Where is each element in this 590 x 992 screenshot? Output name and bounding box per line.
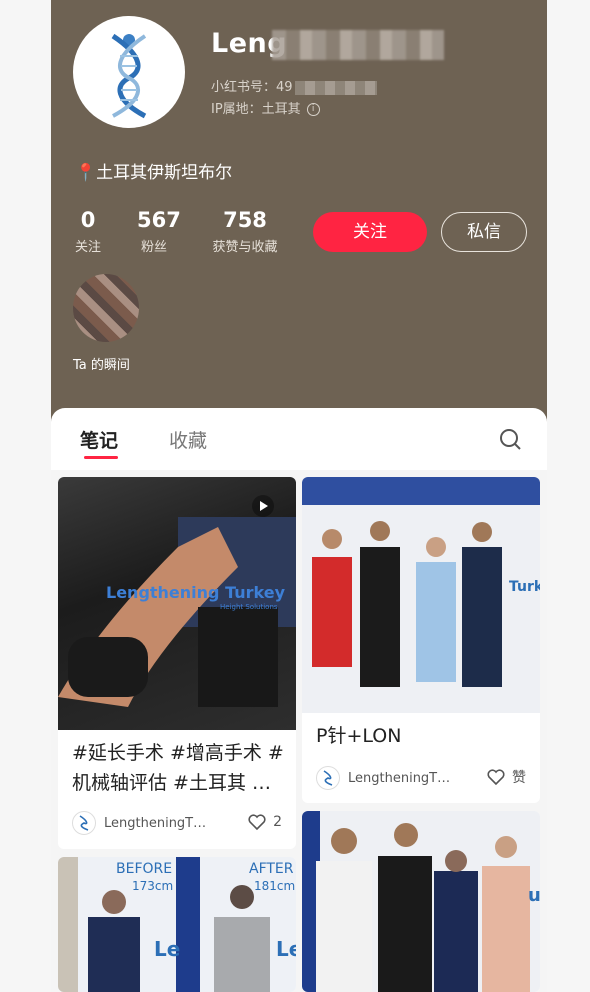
note-author[interactable]: LengtheningT… (72, 811, 206, 835)
like-count: 2 (273, 814, 282, 830)
cover-brand-right: Le (276, 937, 296, 961)
author-avatar (316, 766, 340, 790)
profile-page: Leng 小红书号：49 IP属地：土耳其 i 📍土耳其伊斯坦布尔 0 关注 56… (51, 0, 547, 992)
stat-followers[interactable]: 567 粉丝 (137, 208, 181, 255)
info-icon[interactable]: i (306, 103, 320, 116)
like-label: 赞 (512, 770, 526, 786)
stat-following-label: 关注 (75, 240, 102, 255)
note-card[interactable]: u (302, 811, 540, 992)
cover-subbrand: Height Solutions (220, 603, 278, 611)
stat-following[interactable]: 0 关注 (75, 208, 101, 255)
stat-likes-num: 758 (223, 208, 267, 232)
moment-avatar[interactable] (73, 274, 139, 342)
cover-brand: u (528, 885, 540, 906)
cover-brand: Lengthening Turkey (106, 583, 285, 602)
note-author[interactable]: LengtheningT… (316, 766, 450, 790)
video-play-icon (252, 495, 274, 517)
before-height: 173cm (132, 879, 174, 893)
cover-brand: Turkey (509, 579, 540, 595)
ip-label: IP属地：土耳其 (211, 102, 301, 117)
search-icon[interactable] (499, 428, 521, 450)
note-title-line1: #延长手术 #增高手术 # (72, 742, 284, 764)
before-label: BEFORE (116, 861, 173, 877)
note-cover[interactable]: u (302, 811, 540, 992)
after-label: AFTER (249, 861, 294, 877)
profile-header: Leng 小红书号：49 IP属地：土耳其 i 📍土耳其伊斯坦布尔 0 关注 56… (51, 0, 547, 430)
id-redaction (294, 80, 377, 95)
note-card[interactable]: Lengthening Turkey Height Solutions #延长手… (58, 477, 296, 849)
note-title: P针+LON (316, 725, 402, 747)
location-text: 土耳其伊斯坦布尔 (96, 163, 233, 183)
author-name: LengtheningT… (104, 815, 207, 831)
note-cover[interactable]: Turkey (302, 477, 540, 713)
name-redaction (272, 30, 444, 60)
profile-name: Leng (211, 28, 451, 64)
location-pin-icon: 📍 (75, 163, 97, 183)
author-avatar (72, 811, 96, 835)
tab-notes[interactable]: 笔记 (80, 426, 118, 453)
note-cover[interactable]: BEFORE 173cm AFTER 181cm Le Le (58, 857, 296, 992)
xhs-id-label: 小红书号：49 (211, 80, 293, 95)
message-button[interactable]: 私信 (441, 212, 527, 252)
like-button[interactable]: 2 (247, 813, 282, 831)
note-cover[interactable]: Lengthening Turkey Height Solutions (58, 477, 296, 730)
note-card[interactable]: BEFORE 173cm AFTER 181cm Le Le (58, 857, 296, 992)
xhs-id[interactable]: 小红书号：49 (211, 76, 377, 95)
heart-icon (487, 769, 505, 786)
note-card[interactable]: Turkey P针+LON LengtheningT… 赞 (302, 477, 540, 803)
stat-following-num: 0 (80, 208, 96, 232)
ip-location: IP属地：土耳其 i (211, 98, 320, 117)
cover-brand: Le (154, 937, 181, 961)
tab-underline (84, 456, 118, 459)
stat-likes[interactable]: 758 获赞与收藏 (205, 208, 285, 255)
heart-icon (248, 814, 266, 831)
follow-button[interactable]: 关注 (313, 212, 427, 252)
stat-followers-num: 567 (137, 208, 181, 232)
location-tag: 📍土耳其伊斯坦布尔 (75, 158, 232, 183)
like-button[interactable]: 赞 (486, 767, 526, 787)
tab-collect[interactable]: 收藏 (169, 426, 207, 453)
moment-label: Ta 的瞬间 (73, 358, 130, 373)
stat-followers-label: 粉丝 (140, 240, 167, 255)
stat-likes-label: 获赞与收藏 (212, 240, 278, 255)
tab-bar: 笔记 收藏 (51, 408, 547, 470)
note-title-line2: 机械轴评估 #土耳其 … (72, 772, 271, 794)
author-name: LengtheningT… (348, 770, 451, 786)
after-height: 181cm (254, 879, 296, 893)
avatar[interactable] (73, 16, 185, 128)
